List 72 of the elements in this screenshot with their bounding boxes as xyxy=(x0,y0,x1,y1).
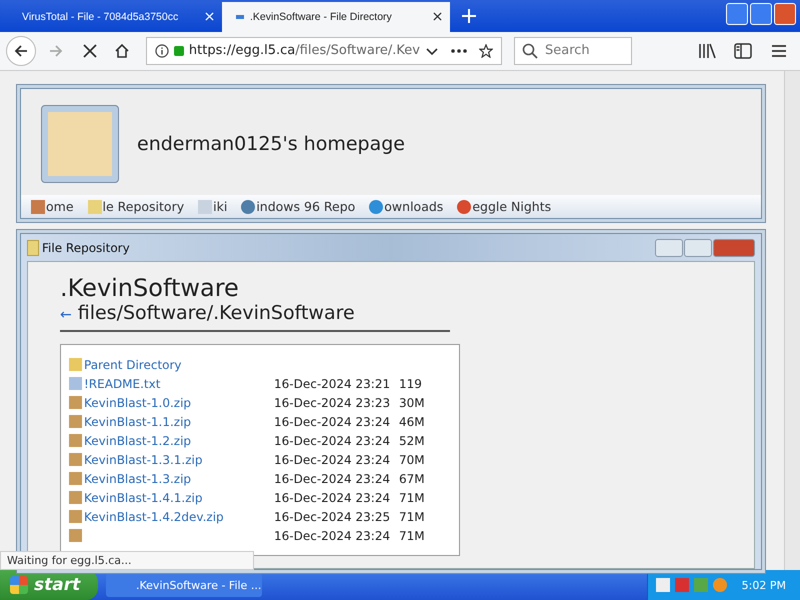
file-size: 71M xyxy=(399,490,425,504)
restore-button[interactable] xyxy=(750,3,772,25)
file-size: 46M xyxy=(399,414,425,428)
file-icon xyxy=(69,472,82,485)
file-date: 16-Dec-2024 23:24 xyxy=(274,472,392,486)
file-size: 71M xyxy=(399,528,425,542)
file-link[interactable]: KevinBlast-1.4.1.zip xyxy=(84,490,202,504)
file-icon xyxy=(69,491,82,504)
stop-button[interactable] xyxy=(82,42,98,59)
directory-heading: .KevinSoftware xyxy=(60,274,240,302)
scrollbar[interactable] xyxy=(784,71,800,570)
file-size: 52M xyxy=(399,434,425,448)
file-date: 16-Dec-2024 23:24 xyxy=(274,434,392,448)
file-size: 71M xyxy=(399,510,425,524)
file-size: 67M xyxy=(399,472,425,486)
homepage-title: enderman0125's homepage xyxy=(137,133,405,155)
search-field[interactable]: Search xyxy=(514,36,632,65)
taskbar-button[interactable]: .KevinSoftware - File ... xyxy=(106,573,262,597)
nav-link[interactable]: ownloads xyxy=(369,199,444,214)
file-icon xyxy=(69,377,82,390)
file-link[interactable]: KevinBlast-1.2.zip xyxy=(84,434,192,448)
file-icon xyxy=(69,434,82,447)
file-link[interactable]: Parent Directory xyxy=(84,358,182,372)
new-tab-icon[interactable] xyxy=(462,8,476,23)
nav-link[interactable]: eggle Nights xyxy=(457,199,552,214)
nav-link[interactable]: iki xyxy=(198,199,228,214)
nav-link[interactable]: ome xyxy=(31,199,74,214)
page-icon xyxy=(236,14,244,19)
file-icon xyxy=(69,453,82,466)
clock: 5:02 PM xyxy=(742,578,786,592)
file-date: 16-Dec-2024 23:24 xyxy=(274,452,392,466)
file-icon xyxy=(69,358,82,371)
file-date: 16-Dec-2024 23:24 xyxy=(274,490,392,504)
home-icon[interactable] xyxy=(114,42,130,59)
nav-link[interactable]: le Repository xyxy=(88,199,184,214)
more-icon[interactable] xyxy=(450,48,468,54)
browser-tab[interactable]: .KevinSoftware - File Directory xyxy=(222,2,450,32)
address-field[interactable]: https://egg.l5.ca/files/Software/.Kev xyxy=(146,36,502,65)
menu-icon[interactable] xyxy=(770,42,788,59)
file-link[interactable]: KevinBlast-1.0.zip xyxy=(84,396,192,410)
file-size: 30M xyxy=(399,396,425,410)
info-icon[interactable] xyxy=(155,44,169,58)
file-link[interactable]: KevinBlast-1.3.1.zip xyxy=(84,452,202,466)
file-link[interactable]: !README.txt xyxy=(84,376,160,390)
nav-link[interactable]: indows 96 Repo xyxy=(241,199,356,214)
file-date: 16-Dec-2024 23:25 xyxy=(274,510,392,524)
file-link[interactable]: KevinBlast-1.1.zip xyxy=(84,414,192,428)
file-date: 16-Dec-2024 23:21 xyxy=(274,376,392,390)
file-icon xyxy=(69,529,82,542)
browser-tab[interactable]: VirusTotal - File - 7084d5a3750cc xyxy=(0,2,222,32)
file-icon xyxy=(69,510,82,523)
directory-path: files/Software/.KevinSoftware xyxy=(78,302,355,324)
file-icon xyxy=(69,415,82,428)
file-link[interactable]: KevinBlast-1.4.2dev.zip xyxy=(84,510,224,524)
library-icon[interactable] xyxy=(698,42,716,59)
close-icon[interactable] xyxy=(433,12,442,22)
windows-flag-icon xyxy=(10,576,28,594)
left-arrow-icon xyxy=(13,42,29,59)
window-title: File Repository xyxy=(42,240,130,254)
sidebar-icon[interactable] xyxy=(734,42,752,59)
file-size: 119 xyxy=(399,376,422,390)
file-date: 16-Dec-2024 23:24 xyxy=(274,414,392,428)
file-link[interactable]: KevinBlast-1.3.zip xyxy=(84,472,192,486)
file-size: 70M xyxy=(399,452,425,466)
close-button[interactable] xyxy=(713,238,755,256)
back-button[interactable] xyxy=(6,36,36,66)
file-icon xyxy=(69,396,82,409)
file-date: 16-Dec-2024 23:23 xyxy=(274,396,392,410)
star-icon[interactable] xyxy=(479,44,493,58)
file-date: 16-Dec-2024 23:24 xyxy=(274,528,392,542)
status-text: Waiting for egg.l5.ca... xyxy=(0,551,254,570)
back-link[interactable]: ← xyxy=(60,307,72,323)
